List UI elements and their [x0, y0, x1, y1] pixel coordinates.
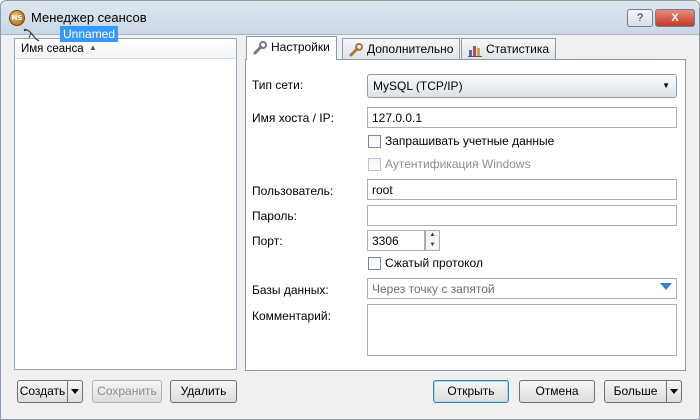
close-button[interactable]: X: [655, 9, 695, 27]
open-button[interactable]: Открыть: [433, 380, 509, 403]
checkbox-label: Аутентификация Windows: [385, 157, 531, 171]
bar-chart-icon: [468, 46, 482, 57]
chevron-down-icon[interactable]: [67, 381, 82, 402]
tab-label: Настройки: [271, 40, 330, 54]
tree-item-label[interactable]: Unnamed: [60, 26, 119, 42]
comment-label: Комментарий:: [252, 309, 331, 323]
stepper-up-icon[interactable]: ▲: [426, 231, 439, 240]
chevron-down-icon: ▼: [662, 81, 670, 90]
checkbox-box[interactable]: [368, 135, 381, 148]
network-type-select[interactable]: MySQL (TCP/IP) ▼: [367, 74, 677, 98]
app-icon: HS: [9, 10, 25, 26]
window-title: Менеджер сеансов: [31, 10, 147, 25]
wrench-icon: [349, 43, 363, 57]
save-button[interactable]: Сохранить: [92, 380, 162, 403]
password-label: Пароль:: [252, 209, 297, 223]
delete-button[interactable]: Удалить: [170, 380, 237, 403]
network-type-value: MySQL (TCP/IP): [373, 79, 463, 93]
stepper-down-icon[interactable]: ▼: [426, 241, 439, 250]
user-field[interactable]: root: [367, 179, 677, 200]
network-type-label: Тип сети:: [252, 78, 304, 92]
databases-placeholder: Через точку с запятой: [372, 282, 495, 296]
tab-label: Статистика: [486, 42, 550, 56]
wrench-icon: [253, 41, 267, 55]
checkbox-label: Сжатый протокол: [385, 256, 483, 270]
tab-statistics[interactable]: Статистика: [461, 38, 557, 59]
more-button-label: Больше: [613, 384, 658, 398]
cancel-button[interactable]: Отмена: [519, 380, 595, 403]
comment-field[interactable]: [367, 304, 677, 356]
create-button[interactable]: Создать: [17, 380, 83, 403]
tab-advanced[interactable]: Дополнительно: [342, 38, 461, 59]
password-field[interactable]: [367, 205, 677, 226]
port-label: Порт:: [252, 234, 283, 248]
user-label: Пользователь:: [252, 184, 334, 198]
chevron-down-icon[interactable]: [666, 381, 681, 402]
dropdown-arrow-icon[interactable]: [660, 283, 672, 290]
checkbox-box[interactable]: [368, 257, 381, 270]
create-button-label: Создать: [19, 384, 66, 398]
column-header-label: Имя сеанса: [21, 43, 84, 55]
tab-settings[interactable]: Настройки: [246, 36, 337, 60]
sort-ascending-icon: ▲: [89, 43, 97, 52]
help-button[interactable]: ?: [627, 9, 653, 27]
port-field[interactable]: 3306: [367, 230, 425, 251]
session-icon: [23, 28, 40, 42]
host-label: Имя хоста / IP:: [252, 111, 334, 125]
databases-label: Базы данных:: [252, 283, 329, 297]
checkbox-label: Запрашивать учетные данные: [385, 134, 555, 148]
host-field[interactable]: 127.0.0.1: [367, 107, 677, 128]
tab-label: Дополнительно: [367, 42, 454, 56]
checkbox-box[interactable]: [368, 158, 381, 171]
port-stepper[interactable]: ▲ ▼: [425, 230, 440, 251]
databases-field[interactable]: Через точку с запятой: [367, 278, 677, 299]
session-tree[interactable]: Имя сеанса ▲: [14, 38, 237, 370]
more-button[interactable]: Больше: [604, 380, 682, 403]
session-name-column-header[interactable]: Имя сеанса ▲: [15, 39, 236, 59]
